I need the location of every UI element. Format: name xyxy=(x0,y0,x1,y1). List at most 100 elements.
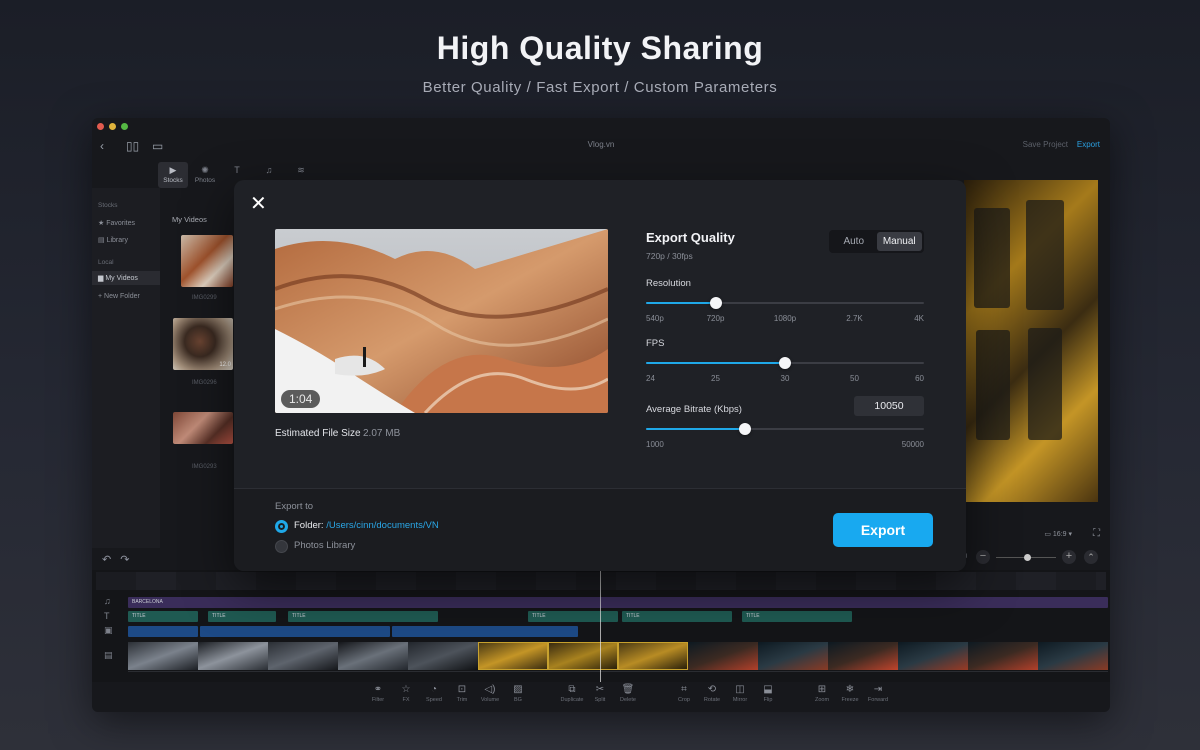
slider-fill xyxy=(646,362,785,364)
sticker-clip[interactable] xyxy=(392,626,578,637)
thumbnail-canyon[interactable] xyxy=(181,235,233,287)
trash-icon: 🗑 xyxy=(621,684,635,695)
tab-photos-label: Photos xyxy=(194,177,216,184)
collapse-icon[interactable]: ⌃ xyxy=(1084,550,1098,564)
close-window-button[interactable] xyxy=(97,123,104,130)
trim-icon: ⊡ xyxy=(457,684,467,695)
crop-icon: ⌗ xyxy=(681,684,687,695)
tool-freeze[interactable]: ❄ Freeze xyxy=(836,684,864,703)
close-icon[interactable]: ✕ xyxy=(250,194,270,214)
sticker-icon: ▣ xyxy=(104,625,113,635)
bitrate-input[interactable]: 10050 xyxy=(854,396,924,416)
tool-volume[interactable]: ◁) Volume xyxy=(476,684,504,703)
title-clip-label: TITLE xyxy=(626,613,640,619)
title-clip[interactable]: TITLE xyxy=(528,611,618,622)
playhead[interactable] xyxy=(600,570,601,682)
tool-flip[interactable]: ⬓ Flip xyxy=(754,684,782,703)
filter-icon: ⚭ xyxy=(373,684,383,695)
zoom-out-button[interactable]: − xyxy=(976,550,990,564)
tool-duplicate[interactable]: ⧉ Duplicate xyxy=(558,684,586,703)
sticker-clip[interactable] xyxy=(200,626,390,637)
bitrate-range: 1000 50000 xyxy=(646,440,924,450)
music-icon: ♫ xyxy=(104,596,111,606)
resolution-slider[interactable] xyxy=(646,296,924,310)
tool-label: Crop xyxy=(678,697,690,703)
video-track[interactable] xyxy=(128,642,1108,670)
sidebar-item-library[interactable]: ▤ Library xyxy=(98,236,128,244)
tool-label: Mirror xyxy=(732,697,748,703)
aspect-ratio-selector[interactable]: ▭ 16:9 ▾ xyxy=(1044,530,1072,538)
video-frame xyxy=(758,642,828,670)
hero-title: High Quality Sharing xyxy=(436,30,764,66)
video-frame xyxy=(688,642,758,670)
export-dialog: ✕ 1:04 Estimated File Size 2.07 MB Expor… xyxy=(234,180,966,571)
tool-split[interactable]: ✂ Split xyxy=(586,684,614,703)
tool-bg[interactable]: ▨ BG xyxy=(504,684,532,703)
tool-zoom[interactable]: ⊞ Zoom xyxy=(808,684,836,703)
tool-forward[interactable]: ⇥ Forward xyxy=(864,684,892,703)
tool-rotate[interactable]: ⟲ Rotate xyxy=(698,684,726,703)
tab-photos[interactable]: ✺ Photos xyxy=(190,162,220,188)
resolution-label: Resolution xyxy=(646,278,691,289)
photos-library-radio[interactable] xyxy=(275,540,288,553)
mode-manual-button[interactable]: Manual xyxy=(876,232,922,251)
stocks-heading: Stocks xyxy=(98,202,118,209)
save-project-button[interactable]: Save Project xyxy=(1023,140,1068,149)
aperture-icon: ✺ xyxy=(201,165,209,175)
time-ruler xyxy=(128,671,1108,679)
fps-slider[interactable] xyxy=(646,356,924,370)
subway-window xyxy=(976,330,1010,440)
redo-icon[interactable]: ↷ xyxy=(120,554,129,566)
sidebar-item-my-videos[interactable]: ▆ My Videos xyxy=(98,274,138,282)
tool-label: Filter xyxy=(371,697,385,703)
tool-filter[interactable]: ⚭ Filter xyxy=(364,684,392,703)
hero-subtitle: Better Quality / Fast Export / Custom Pa… xyxy=(422,79,778,96)
export-preview: 1:04 xyxy=(275,229,608,413)
title-clip[interactable]: TITLE xyxy=(742,611,852,622)
tool-label: Delete xyxy=(620,697,636,703)
speed-icon: ◔ xyxy=(430,684,438,695)
music-track[interactable]: BARCELONA xyxy=(128,597,1108,608)
fps-slider-knob[interactable] xyxy=(779,357,791,369)
tool-fx[interactable]: ☆ FX xyxy=(392,684,420,703)
title-clip[interactable]: TITLE xyxy=(208,611,276,622)
thumbnail-portrait[interactable]: 12.0 xyxy=(173,318,233,370)
folder-option[interactable]: Folder: /Users/cinn/documents/VN xyxy=(294,520,439,531)
fullscreen-icon[interactable]: ⛶ xyxy=(1093,528,1100,539)
bitrate-slider-knob[interactable] xyxy=(738,423,751,435)
bitrate-slider[interactable] xyxy=(646,422,924,436)
title-clip[interactable]: TITLE xyxy=(128,611,198,622)
photos-library-option[interactable]: Photos Library xyxy=(294,540,355,551)
overview-track xyxy=(96,572,1106,590)
export-button[interactable]: Export xyxy=(833,513,933,547)
tab-stocks[interactable]: ▶ Stocks xyxy=(158,162,188,188)
window-controls xyxy=(97,123,128,130)
sidebar-item-new-folder[interactable]: + New Folder xyxy=(98,293,140,300)
minimize-window-button[interactable] xyxy=(109,123,116,130)
tool-crop[interactable]: ⌗ Crop xyxy=(670,684,698,703)
tick-label: 2.7K xyxy=(846,314,863,323)
title-clip[interactable]: TITLE xyxy=(622,611,732,622)
zoom-slider-knob[interactable] xyxy=(1024,554,1031,561)
folder-radio[interactable] xyxy=(275,520,288,533)
export-top-button[interactable]: Export xyxy=(1077,140,1100,149)
video-frame xyxy=(198,642,268,670)
tool-speed[interactable]: ◔ Speed xyxy=(420,684,448,703)
tool-trim[interactable]: ⊡ Trim xyxy=(448,684,476,703)
folder-path-link[interactable]: /Users/cinn/documents/VN xyxy=(326,520,438,531)
tool-mirror[interactable]: ◫ Mirror xyxy=(726,684,754,703)
mode-auto-button[interactable]: Auto xyxy=(831,232,877,251)
export-quality-summary: 720p / 30fps xyxy=(646,251,693,261)
resolution-slider-knob[interactable] xyxy=(709,297,722,309)
star-icon: ☆ xyxy=(401,684,411,695)
zoom-window-button[interactable] xyxy=(121,123,128,130)
zoom-in-button[interactable]: + xyxy=(1062,550,1076,564)
thumbnail-person[interactable] xyxy=(173,412,233,444)
tool-delete[interactable]: 🗑 Delete xyxy=(614,684,642,703)
title-clip[interactable]: TITLE xyxy=(288,611,438,622)
sticker-clip[interactable] xyxy=(128,626,198,637)
sidebar-item-favorites[interactable]: ★ Favorites xyxy=(98,219,135,227)
undo-icon[interactable]: ↶ xyxy=(102,554,111,566)
video-frame xyxy=(268,642,338,670)
timeline-zoom: ◂ − + ⌃ xyxy=(962,550,1102,566)
